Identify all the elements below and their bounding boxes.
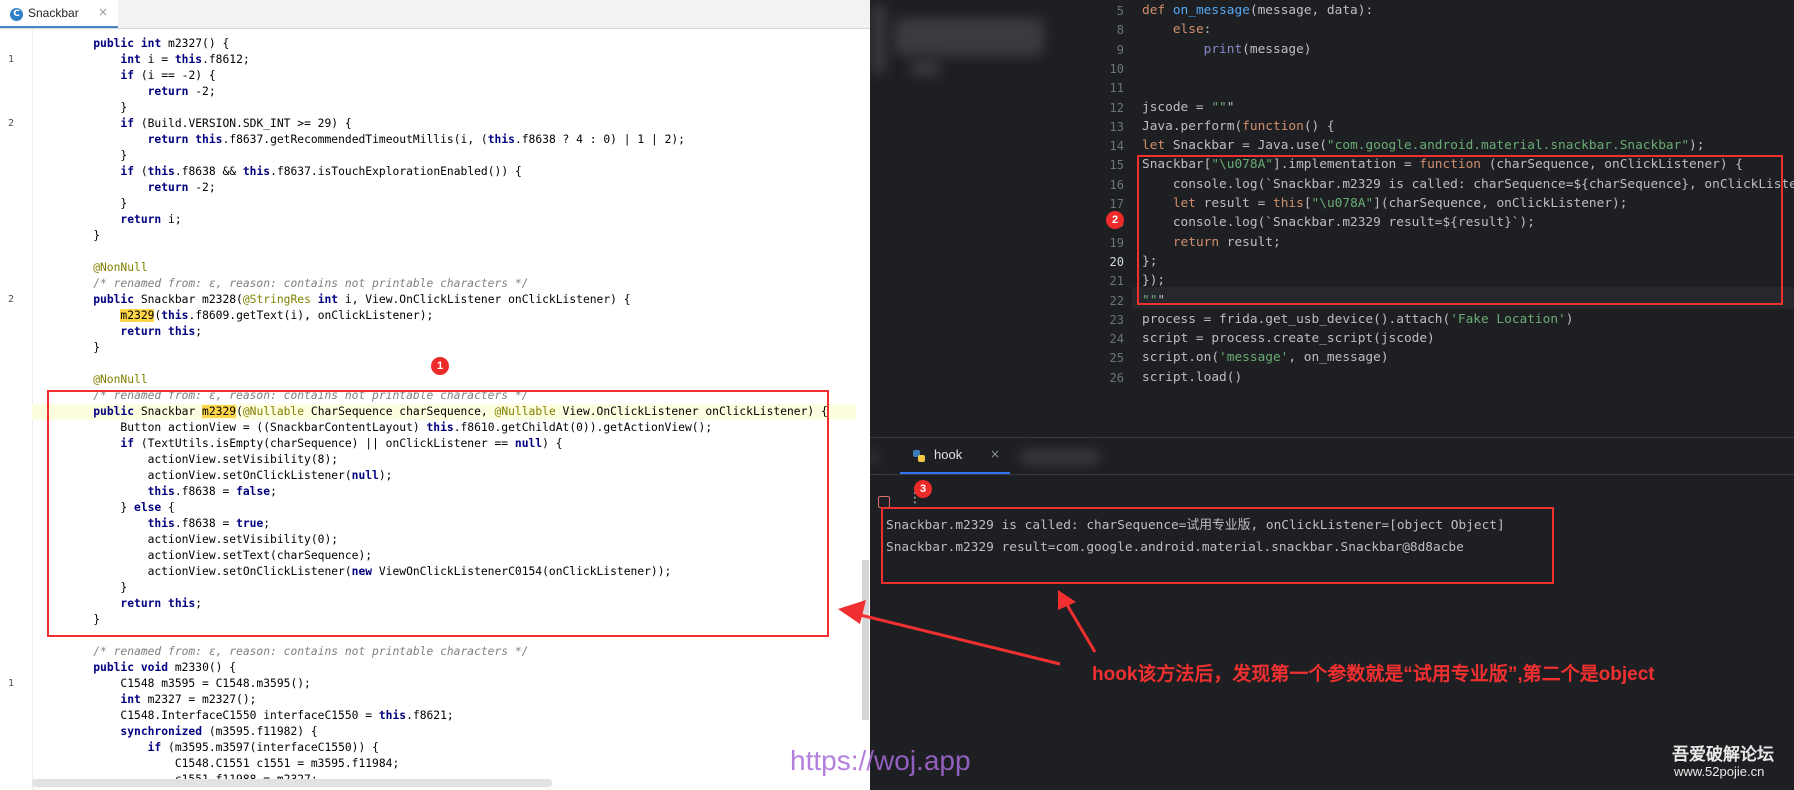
code-line: /* renamed from: ε, reason: contains not…	[66, 645, 529, 658]
code-line: public int m2327() {	[93, 37, 230, 50]
line-number: 2	[8, 294, 15, 305]
code-line: if (Build.VERSION.SDK_INT >= 29) {	[120, 117, 352, 130]
close-icon[interactable]: ×	[98, 5, 108, 19]
code-line: return -2;	[147, 181, 216, 194]
code-line: }	[66, 229, 101, 242]
tab-hook[interactable]: hook ×	[900, 438, 1010, 474]
annotation-note: hook该方法后，发现第一个参数就是“试用专业版”,第二个是object	[1092, 664, 1655, 685]
code-line: return this.f8637.getRecommendedTimeoutM…	[147, 133, 685, 146]
editor-tab-bar: C Snackbar ×	[0, 0, 870, 29]
run-tool-window: hook × ⋮ Snackbar.m2329 is called: charS…	[870, 437, 1794, 790]
code-line: return this;	[120, 325, 203, 338]
code-line: @NonNull	[66, 261, 148, 274]
line-number: 1	[8, 54, 15, 65]
code-line: if (this.f8638 && this.f8637.isTouchExpl…	[120, 165, 522, 178]
class-icon: C	[10, 8, 23, 21]
tab-snackbar[interactable]: C Snackbar ×	[0, 0, 118, 28]
code-line: C1548 m3595 = C1548.m3595();	[66, 677, 311, 690]
code-line: }	[66, 341, 101, 354]
annotation-badge-3: 3	[914, 480, 932, 498]
brand-url: www.52pojie.cn	[1674, 764, 1765, 779]
code-line: if (i == -2) {	[120, 69, 216, 82]
vertical-scrollbar[interactable]	[862, 560, 869, 720]
code-line: m2329(this.f8609.getText(i), onClickList…	[120, 309, 434, 322]
python-icon	[913, 450, 925, 462]
code-line: synchronized (m3595.f11982) {	[120, 725, 318, 738]
code-line: int i = this.f8612;	[120, 53, 250, 66]
code-line: return i;	[120, 213, 182, 226]
annotation-box-method	[47, 390, 829, 637]
tab-label: hook	[934, 447, 963, 462]
blurred-region	[872, 4, 886, 74]
annotation-badge-1: 1	[431, 357, 449, 375]
code-line: print(message)	[1203, 41, 1312, 57]
code-line: }	[66, 197, 128, 210]
horizontal-scrollbar[interactable]	[32, 779, 552, 787]
line-number: 26	[1109, 370, 1124, 385]
code-line: int m2327 = m2327();	[120, 693, 257, 706]
blurred-region	[894, 18, 1044, 56]
blurred-region	[870, 450, 878, 464]
code-line: public void m2330() {	[93, 661, 237, 674]
annotation-box-output	[881, 507, 1554, 584]
code-line: C1548.C1551 c1551 = m3595.f11984;	[66, 757, 400, 770]
code-line: script.load()	[1142, 369, 1243, 385]
line-number: 2	[8, 118, 15, 129]
annotation-badge-2: 2	[1106, 211, 1124, 229]
code-line: }	[66, 101, 128, 114]
code-line: C1548.InterfaceC1550 interfaceC1550 = th…	[66, 709, 454, 722]
code-line: /* renamed from: ε, reason: contains not…	[66, 277, 529, 290]
watermark: https://woj.app	[790, 745, 971, 776]
run-tab-bar: hook ×	[870, 438, 1794, 475]
code-line: if (m3595.m3597(interfaceC1550)) {	[147, 741, 379, 754]
blurred-region	[1020, 450, 1100, 464]
annotation-box-script	[1137, 155, 1783, 305]
code-line: @NonNull	[66, 373, 148, 386]
code-line: return -2;	[147, 85, 216, 98]
tab-label: Snackbar	[28, 6, 79, 20]
close-icon[interactable]: ×	[990, 447, 1000, 461]
line-number: 1	[8, 678, 15, 689]
code-line: public Snackbar m2328(@StringRes int i, …	[93, 293, 631, 306]
line-number-gutter: 1 2 2 1	[0, 29, 33, 790]
blurred-region	[910, 60, 940, 76]
brand-name: 吾爱破解论坛	[1672, 745, 1774, 764]
code-line: }	[66, 149, 128, 162]
